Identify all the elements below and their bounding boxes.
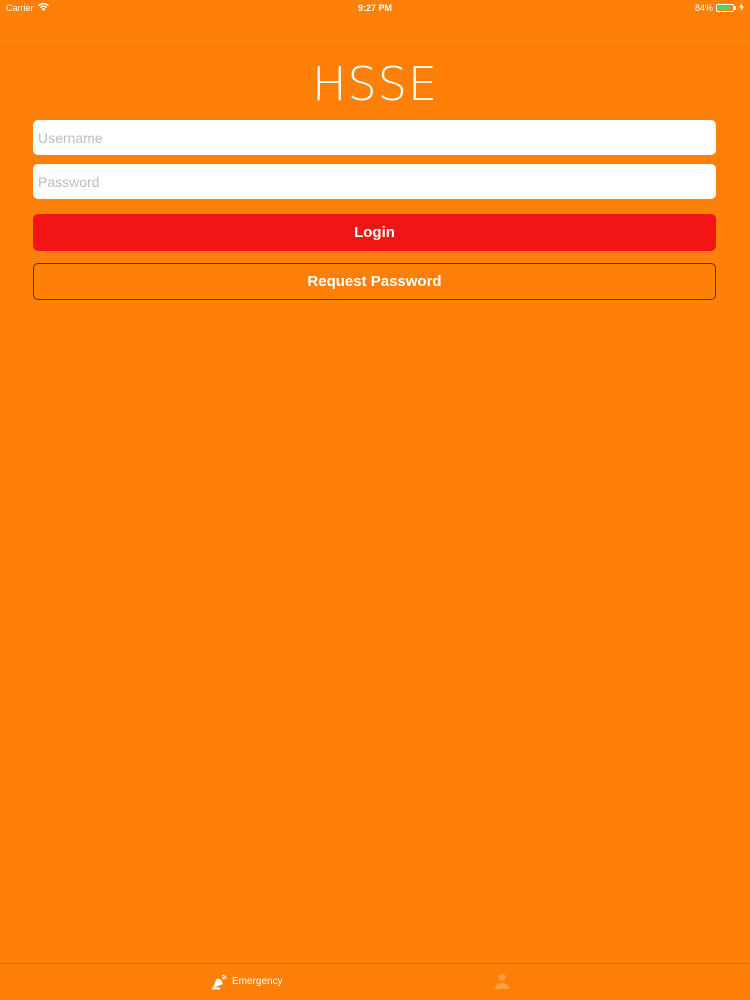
login-button[interactable]: Login [33, 214, 716, 251]
status-bar: Carrier 9:27 PM 84% [0, 0, 750, 16]
username-input[interactable] [33, 120, 716, 155]
request-password-button[interactable]: Request Password [33, 263, 716, 300]
charging-icon [739, 0, 744, 16]
tab-bar: Emergency [0, 963, 750, 1000]
tab-emergency-label: Emergency [232, 975, 283, 987]
status-time: 9:27 PM [357, 3, 392, 13]
tab-emergency[interactable]: Emergency [210, 972, 283, 990]
battery-icon [716, 4, 734, 12]
person-icon [493, 972, 511, 990]
battery-cap [734, 6, 736, 10]
battery-percent: 84% [694, 3, 713, 13]
tab-second[interactable] [493, 972, 515, 990]
status-right: 84% [695, 0, 744, 16]
nav-divider [0, 46, 750, 47]
password-input[interactable] [33, 164, 716, 199]
battery-fill [718, 6, 730, 10]
app-title: HSSE [311, 57, 439, 111]
emergency-alarm-icon [210, 972, 228, 990]
